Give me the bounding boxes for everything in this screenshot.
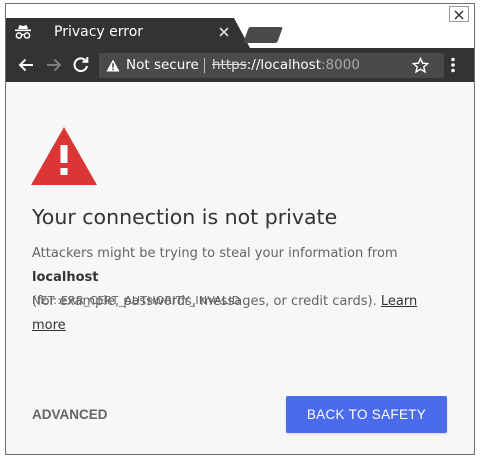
window-close-button[interactable] xyxy=(449,6,469,22)
url-port: :8000 xyxy=(321,57,360,73)
advanced-button[interactable]: ADVANCED xyxy=(32,407,108,422)
warning-triangle-icon xyxy=(31,127,97,185)
error-description: Attackers might be trying to steal your … xyxy=(32,242,452,338)
menu-kebab-icon[interactable] xyxy=(443,55,463,75)
tab-strip: Privacy error xyxy=(6,4,474,48)
error-code[interactable]: NET::ERR_CERT_AUTHORITY_INVALID xyxy=(32,294,240,307)
incognito-icon xyxy=(15,25,31,39)
security-status-label[interactable]: Not secure xyxy=(126,57,199,73)
page-heading: Your connection is not private xyxy=(32,205,338,229)
tab-title: Privacy error xyxy=(54,24,144,40)
url-scheme: https xyxy=(212,57,247,73)
description-text: Attackers might be trying to steal your … xyxy=(32,246,398,261)
reload-icon[interactable] xyxy=(71,55,91,75)
close-tab-icon[interactable] xyxy=(218,26,230,38)
browser-toolbar: Not secure https://localhost:8000 xyxy=(6,48,474,82)
address-bar[interactable]: Not secure https://localhost:8000 xyxy=(99,53,444,78)
warning-icon xyxy=(106,59,120,72)
host-name: localhost xyxy=(32,270,99,285)
new-tab-button[interactable] xyxy=(243,27,283,43)
url-text[interactable]: https://localhost:8000 xyxy=(212,57,360,73)
back-to-safety-button[interactable]: BACK TO SAFETY xyxy=(286,396,447,433)
interstitial-page: Your connection is not private Attackers… xyxy=(6,82,474,454)
close-icon xyxy=(454,10,464,20)
bookmark-star-icon[interactable] xyxy=(412,57,429,74)
forward-arrow-icon[interactable] xyxy=(44,55,64,75)
browser-window: Privacy error Not secure https://localho… xyxy=(5,3,475,455)
tab-privacy-error[interactable]: Privacy error xyxy=(6,18,250,48)
omnibox-separator xyxy=(204,58,205,73)
back-arrow-icon[interactable] xyxy=(16,55,36,75)
url-host: ://localhost xyxy=(246,57,321,73)
